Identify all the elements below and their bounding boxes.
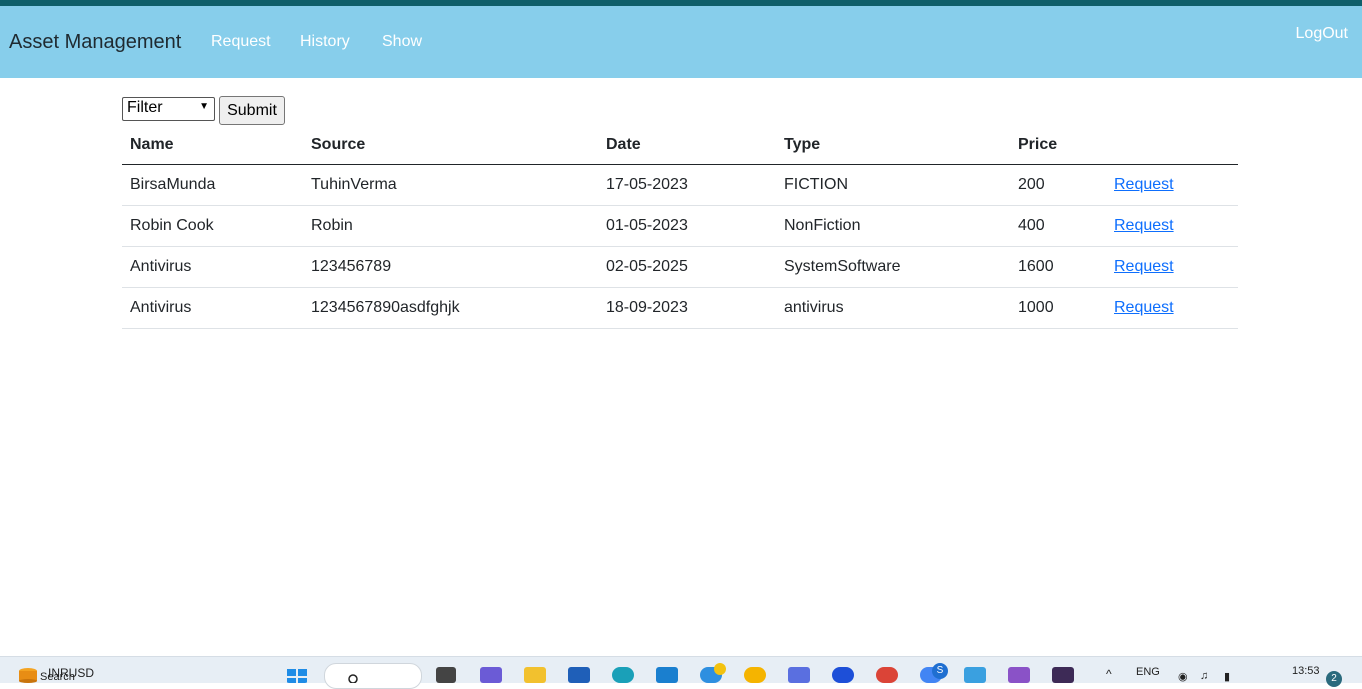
teams-icon[interactable] <box>480 667 502 683</box>
cell-type: antivirus <box>776 287 1010 329</box>
brand-title[interactable]: Asset Management <box>9 31 181 54</box>
cell-source: TuhinVerma <box>303 164 598 206</box>
table-row: BirsaMunda TuhinVerma 17-05-2023 FICTION… <box>122 164 1238 206</box>
chevron-up-icon[interactable]: ^ <box>1106 667 1112 681</box>
clock-time[interactable]: 13:53 <box>1292 665 1320 677</box>
nav-history[interactable]: History <box>300 33 350 51</box>
cell-name: Antivirus <box>122 246 303 288</box>
header-price: Price <box>1010 125 1106 165</box>
cell-source: 123456789 <box>303 246 598 288</box>
cell-name: BirsaMunda <box>122 164 303 206</box>
chrome-icon[interactable] <box>876 667 898 683</box>
cell-date: 18-09-2023 <box>598 287 776 329</box>
battery-icon[interactable]: ▮ <box>1224 670 1230 683</box>
windows-start-icon[interactable] <box>286 667 308 683</box>
header-type: Type <box>776 125 1010 165</box>
nav-show[interactable]: Show <box>382 33 422 51</box>
request-link[interactable]: Request <box>1114 258 1174 275</box>
wifi-icon[interactable]: ◉ <box>1178 670 1188 683</box>
taskbar: INRUSD Search S ^ ENG ◉ ♫ ▮ 13:53 2 <box>0 656 1362 689</box>
assets-table: Name Source Date Type Price BirsaMunda T… <box>122 125 1238 329</box>
cell-date: 02-05-2025 <box>598 246 776 288</box>
visual-studio-icon[interactable] <box>1008 667 1030 683</box>
header-source: Source <box>303 125 598 165</box>
cell-price: 200 <box>1010 164 1106 206</box>
cell-action: Request <box>1106 205 1238 247</box>
cell-date: 01-05-2023 <box>598 205 776 247</box>
cell-source: Robin <box>303 205 598 247</box>
navbar: Asset Management Request History Show Lo… <box>0 6 1362 78</box>
table-row: Antivirus 123456789 02-05-2025 SystemSof… <box>122 246 1238 288</box>
filter-select-value: Filter <box>127 99 163 116</box>
table-row: Antivirus 1234567890asdfghjk 18-09-2023 … <box>122 287 1238 329</box>
cell-date: 17-05-2023 <box>598 164 776 206</box>
cell-action: Request <box>1106 164 1238 206</box>
notification-dot-icon <box>714 663 726 675</box>
terminal-icon[interactable] <box>1052 667 1074 683</box>
cell-type: SystemSoftware <box>776 246 1010 288</box>
cell-price: 1600 <box>1010 246 1106 288</box>
request-link[interactable]: Request <box>1114 299 1174 316</box>
table-header-row: Name Source Date Type Price <box>122 125 1238 165</box>
weather-icon[interactable] <box>744 667 766 683</box>
language-indicator[interactable]: ENG <box>1136 666 1160 678</box>
cell-type: FICTION <box>776 164 1010 206</box>
myhp-icon[interactable] <box>656 667 678 683</box>
request-link[interactable]: Request <box>1114 217 1174 234</box>
volume-icon[interactable]: ♫ <box>1200 670 1208 682</box>
notepad-icon[interactable] <box>964 667 986 683</box>
taskbar-search-label: Search <box>40 671 75 683</box>
submit-button[interactable]: Submit <box>219 96 285 125</box>
notification-count-badge[interactable]: 2 <box>1326 671 1342 687</box>
edge-icon[interactable] <box>612 667 634 683</box>
nav-request[interactable]: Request <box>211 33 271 51</box>
chevron-down-icon: ▼ <box>199 101 209 112</box>
copilot-icon[interactable] <box>788 667 810 683</box>
task-view-icon[interactable] <box>436 667 456 683</box>
cell-action: Request <box>1106 287 1238 329</box>
cell-type: NonFiction <box>776 205 1010 247</box>
taskbar-search[interactable] <box>324 663 422 689</box>
table-row: Robin Cook Robin 01-05-2023 NonFiction 4… <box>122 205 1238 247</box>
cell-price: 400 <box>1010 205 1106 247</box>
request-link[interactable]: Request <box>1114 176 1174 193</box>
store-icon[interactable] <box>568 667 590 683</box>
logout-link[interactable]: LogOut <box>1296 25 1348 43</box>
cell-action: Request <box>1106 246 1238 288</box>
cell-name: Antivirus <box>122 287 303 329</box>
ticker-widget-icon[interactable] <box>18 667 38 683</box>
cell-price: 1000 <box>1010 287 1106 329</box>
file-explorer-icon[interactable] <box>524 667 546 683</box>
cell-name: Robin Cook <box>122 205 303 247</box>
filter-select[interactable]: Filter ▼ <box>122 97 215 121</box>
chrome-profile-badge: S <box>932 663 948 679</box>
zoom-icon[interactable] <box>832 667 854 683</box>
header-action <box>1106 125 1238 165</box>
header-date: Date <box>598 125 776 165</box>
cell-source: 1234567890asdfghjk <box>303 287 598 329</box>
header-name: Name <box>122 125 303 165</box>
